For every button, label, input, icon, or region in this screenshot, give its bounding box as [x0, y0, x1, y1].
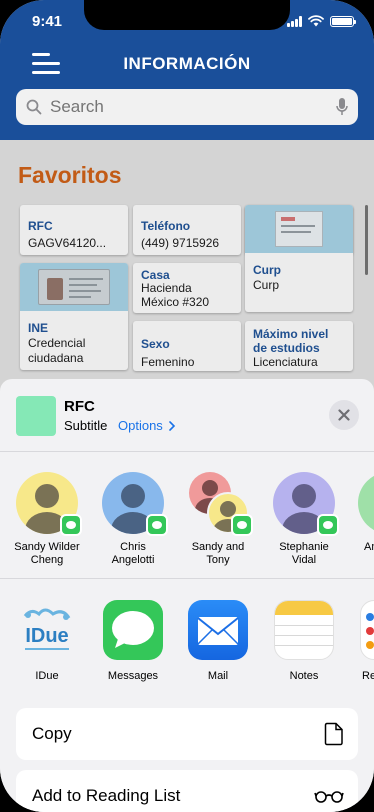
person-name-line1: Stephanie	[279, 541, 329, 553]
chevron-right-icon	[169, 421, 176, 431]
copy-action[interactable]: Copy	[16, 708, 358, 760]
person-name-line1: Sandy Wilder	[14, 541, 80, 553]
share-sheet-header: RFC Subtitle Options	[0, 379, 374, 452]
tile-value-line1: Credencial	[28, 336, 86, 350]
mail-icon	[188, 600, 248, 660]
person-stephanie-vidal[interactable]: Stephanie Vidal	[261, 472, 347, 567]
ine-card-image	[20, 263, 128, 311]
tile-value-line1: Hacienda	[141, 281, 192, 295]
person-sandy-and-tony[interactable]: Sandy and Tony	[175, 472, 261, 567]
notch	[84, 0, 290, 30]
options-label: Options	[118, 418, 163, 433]
person-chris-angelotti[interactable]: Chris Angelotti	[90, 472, 176, 567]
close-button[interactable]	[329, 400, 359, 430]
options-link[interactable]: Options	[118, 418, 176, 433]
messages-badge-icon	[231, 514, 253, 536]
battery-icon	[330, 15, 356, 27]
status-bar: 9:41	[0, 0, 374, 44]
person-name-line2: Angelotti	[111, 554, 155, 566]
app-name: Messages	[107, 670, 159, 682]
tile-label-line2: de estudios	[253, 341, 320, 355]
phone-screen: 9:41 INFORMACIÓN Search Favoritos RFC GA…	[0, 0, 374, 812]
app-name: IDue	[35, 670, 59, 682]
app-mail[interactable]: Mail	[175, 600, 261, 682]
person-name-line1: Chris	[120, 541, 146, 553]
app-reminders-partial[interactable]: Re	[346, 600, 374, 682]
id-card-picture	[38, 269, 110, 305]
tile-value: Curp	[253, 278, 280, 292]
tile-label: Sexo	[141, 337, 170, 351]
scrollbar[interactable]	[365, 205, 368, 275]
app-header: 9:41 INFORMACIÓN	[0, 0, 374, 140]
reminders-icon	[360, 600, 374, 660]
app-notes[interactable]: Notes	[261, 600, 347, 682]
person-name-line1: Sandy and	[191, 541, 245, 553]
svg-text:IDue: IDue	[25, 625, 68, 647]
document-thumbnail	[16, 396, 56, 436]
wifi-icon	[308, 15, 324, 27]
favorite-tile-ine[interactable]: INE Credencial ciudadana	[20, 263, 128, 370]
close-icon	[338, 409, 350, 421]
favorite-tile-estudios[interactable]: Máximo nivel de estudios Licenciatura	[245, 321, 353, 371]
tile-value-line2: México #320	[141, 295, 210, 309]
person-name-line2: Cheng	[30, 554, 64, 566]
signal-icon	[287, 15, 302, 27]
tile-value: GAGV64120...	[28, 236, 107, 250]
share-people-row: Sandy Wilder Cheng Chris Angelotti Sandy…	[0, 452, 374, 579]
app-name: Mail	[207, 670, 229, 682]
tile-value: Licenciatura	[253, 355, 318, 369]
app-name: Notes	[289, 670, 319, 682]
favorite-tile-rfc[interactable]: RFC GAGV64120...	[20, 205, 128, 255]
person-name-line2: Vidal	[291, 554, 317, 566]
tile-value: (449) 9715926	[141, 236, 220, 250]
share-subtitle: Subtitle	[64, 418, 108, 433]
glasses-icon	[314, 791, 344, 803]
app-idue[interactable]: IDue IDue	[4, 600, 90, 682]
messages-badge-icon	[60, 514, 82, 536]
tile-label-line1: Máximo nivel	[253, 327, 329, 341]
share-title: RFC	[64, 398, 95, 415]
person-sandy-wilder-cheng[interactable]: Sandy Wilder Cheng	[4, 472, 90, 567]
tile-label: RFC	[28, 219, 53, 233]
favorites-title: Favoritos	[18, 162, 122, 188]
messages-icon	[103, 600, 163, 660]
tile-label: Teléfono	[141, 219, 191, 233]
favorite-tile-casa[interactable]: Casa Hacienda México #320	[133, 263, 241, 313]
tile-label: Casa	[141, 268, 170, 282]
favorite-tile-sexo[interactable]: Sexo Femenino	[133, 321, 241, 371]
status-icons	[287, 15, 356, 27]
app-messages[interactable]: Messages	[90, 600, 176, 682]
tile-value: Femenino	[141, 355, 195, 369]
tile-label: INE	[28, 321, 49, 335]
page-title: INFORMACIÓN	[123, 54, 251, 73]
document-icon	[324, 722, 343, 746]
search-bar[interactable]	[16, 89, 358, 125]
notes-icon	[274, 600, 334, 660]
tile-label: Curp	[253, 263, 281, 277]
person-partial[interactable]: An	[346, 472, 374, 554]
tile-value-line2: ciudadana	[28, 351, 84, 365]
curp-document-image	[245, 205, 353, 253]
microphone-icon[interactable]	[336, 97, 348, 117]
search-icon	[26, 99, 42, 115]
avatar	[358, 472, 374, 534]
action-label: Copy	[32, 724, 72, 743]
idue-icon: IDue	[17, 600, 77, 660]
messages-badge-icon	[317, 514, 339, 536]
action-label: Add to Reading List	[32, 786, 181, 805]
person-name-line1: An	[364, 541, 374, 553]
search-input[interactable]	[50, 97, 336, 117]
share-sheet: RFC Subtitle Options Sandy Wilder Cheng …	[0, 379, 374, 812]
person-name-line2: Tony	[206, 554, 230, 566]
favorite-tile-telefono[interactable]: Teléfono (449) 9715926	[133, 205, 241, 255]
idue-logo-icon: IDue	[23, 608, 71, 650]
share-apps-row: IDue IDue Messages Mail Notes Re	[0, 580, 374, 695]
status-time: 9:41	[32, 13, 63, 30]
app-name: Re	[362, 670, 374, 682]
add-to-reading-list-action[interactable]: Add to Reading List	[16, 770, 358, 812]
favorite-tile-curp-extended[interactable]: Curp Curp	[245, 205, 353, 312]
messages-badge-icon	[146, 514, 168, 536]
